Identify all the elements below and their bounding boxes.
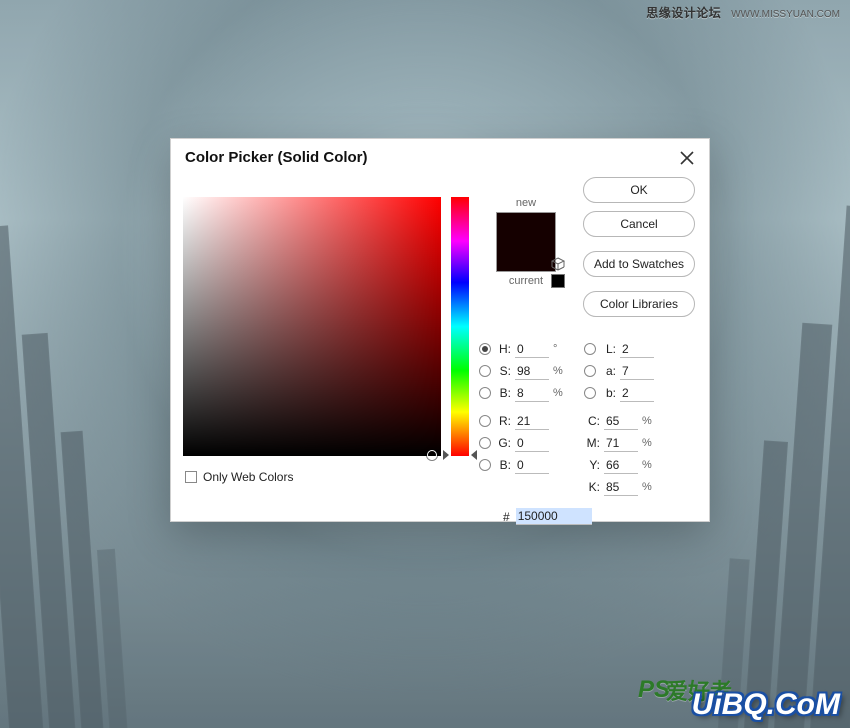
input-c[interactable]	[604, 413, 638, 430]
color-picker-dialog: Color Picker (Solid Color) new current O…	[170, 138, 710, 522]
unit-h: °	[553, 343, 567, 355]
unit-bhsb: %	[553, 387, 567, 399]
dialog-title: Color Picker (Solid Color)	[185, 149, 368, 166]
label-b: b:	[602, 386, 616, 400]
input-brgb[interactable]	[515, 457, 549, 474]
input-a[interactable]	[620, 363, 654, 380]
sv-cursor-icon	[427, 450, 437, 460]
input-r[interactable]	[515, 413, 549, 430]
radio-g[interactable]	[479, 437, 491, 449]
radio-s[interactable]	[479, 365, 491, 377]
radio-r[interactable]	[479, 415, 491, 427]
label-m: M:	[584, 436, 600, 450]
only-web-colors-label: Only Web Colors	[203, 470, 293, 484]
label-c: C:	[584, 414, 600, 428]
ok-button[interactable]: OK	[583, 177, 695, 203]
label-r: R:	[497, 414, 511, 428]
radio-l[interactable]	[584, 343, 596, 355]
cube-icon[interactable]	[551, 257, 565, 271]
hue-slider[interactable]	[451, 197, 469, 456]
input-l[interactable]	[620, 341, 654, 358]
input-bhsb[interactable]	[515, 385, 549, 402]
swatch-new-label: new	[481, 197, 571, 209]
watermark-top: 思缘设计论坛 WWW.MISSYUAN.COM	[646, 4, 840, 21]
radio-h[interactable]	[479, 343, 491, 355]
unit-c: %	[642, 415, 656, 427]
radio-a[interactable]	[584, 365, 596, 377]
input-hex[interactable]	[516, 508, 592, 525]
close-icon	[679, 150, 695, 166]
input-y[interactable]	[604, 457, 638, 474]
radio-bhsb[interactable]	[479, 387, 491, 399]
add-to-swatches-button[interactable]: Add to Swatches	[583, 251, 695, 277]
label-h: H:	[497, 342, 511, 356]
unit-s: %	[553, 365, 567, 377]
unit-k: %	[642, 481, 656, 493]
radio-b[interactable]	[584, 387, 596, 399]
checkbox-icon	[185, 471, 197, 483]
input-s[interactable]	[515, 363, 549, 380]
input-m[interactable]	[604, 435, 638, 452]
input-h[interactable]	[515, 341, 549, 358]
close-button[interactable]	[679, 150, 695, 166]
saturation-brightness-field[interactable]	[183, 197, 441, 456]
dialog-titlebar[interactable]: Color Picker (Solid Color)	[171, 139, 709, 172]
unit-y: %	[642, 459, 656, 471]
input-b[interactable]	[620, 385, 654, 402]
websafe-swatch[interactable]	[551, 274, 565, 288]
watermark-bottom: UiBQ.CoM	[692, 688, 840, 722]
label-y: Y:	[584, 458, 600, 472]
label-g: G:	[497, 436, 511, 450]
label-brgb: B:	[497, 458, 511, 472]
input-g[interactable]	[515, 435, 549, 452]
radio-brgb[interactable]	[479, 459, 491, 471]
label-l: L:	[602, 342, 616, 356]
only-web-colors-checkbox[interactable]: Only Web Colors	[185, 470, 293, 484]
label-k: K:	[584, 480, 600, 494]
label-bhsb: B:	[497, 386, 511, 400]
color-fields: H: ° L: S: % a:	[479, 338, 694, 525]
cancel-button[interactable]: Cancel	[583, 211, 695, 237]
input-k[interactable]	[604, 479, 638, 496]
label-s: S:	[497, 364, 511, 378]
color-libraries-button[interactable]: Color Libraries	[583, 291, 695, 317]
label-hex: #	[503, 510, 510, 524]
label-a: a:	[602, 364, 616, 378]
unit-m: %	[642, 437, 656, 449]
swatch-preview[interactable]	[496, 212, 556, 272]
